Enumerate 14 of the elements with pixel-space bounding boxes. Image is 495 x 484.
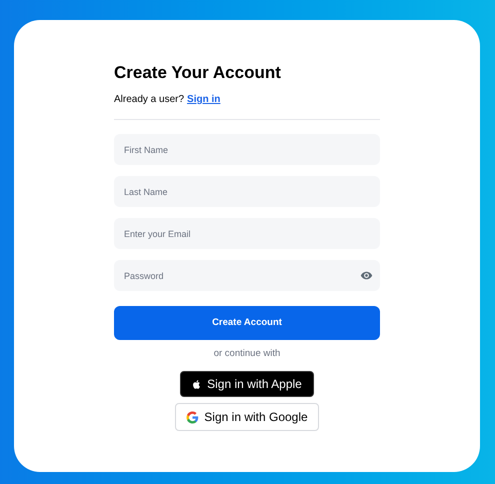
eye-icon[interactable] — [360, 269, 373, 282]
signin-prompt: Already a user? — [114, 93, 184, 107]
input-field[interactable]: Enter your Email — [114, 218, 380, 249]
input-field[interactable]: First Name — [114, 134, 380, 165]
apple-icon — [192, 378, 202, 390]
create-account-button[interactable]: Create Account — [114, 306, 380, 340]
input-field[interactable]: Password — [114, 260, 380, 291]
apple-signin-button[interactable]: Sign in with Apple — [180, 371, 314, 397]
google-signin-button[interactable]: Sign in with Google — [175, 403, 319, 431]
form-title: Create Your Account — [114, 62, 282, 84]
input-field[interactable]: Last Name — [114, 176, 380, 207]
divider-text: or continue with — [214, 348, 280, 360]
signin-link[interactable]: Sign in — [187, 93, 220, 107]
google-icon — [186, 410, 200, 424]
